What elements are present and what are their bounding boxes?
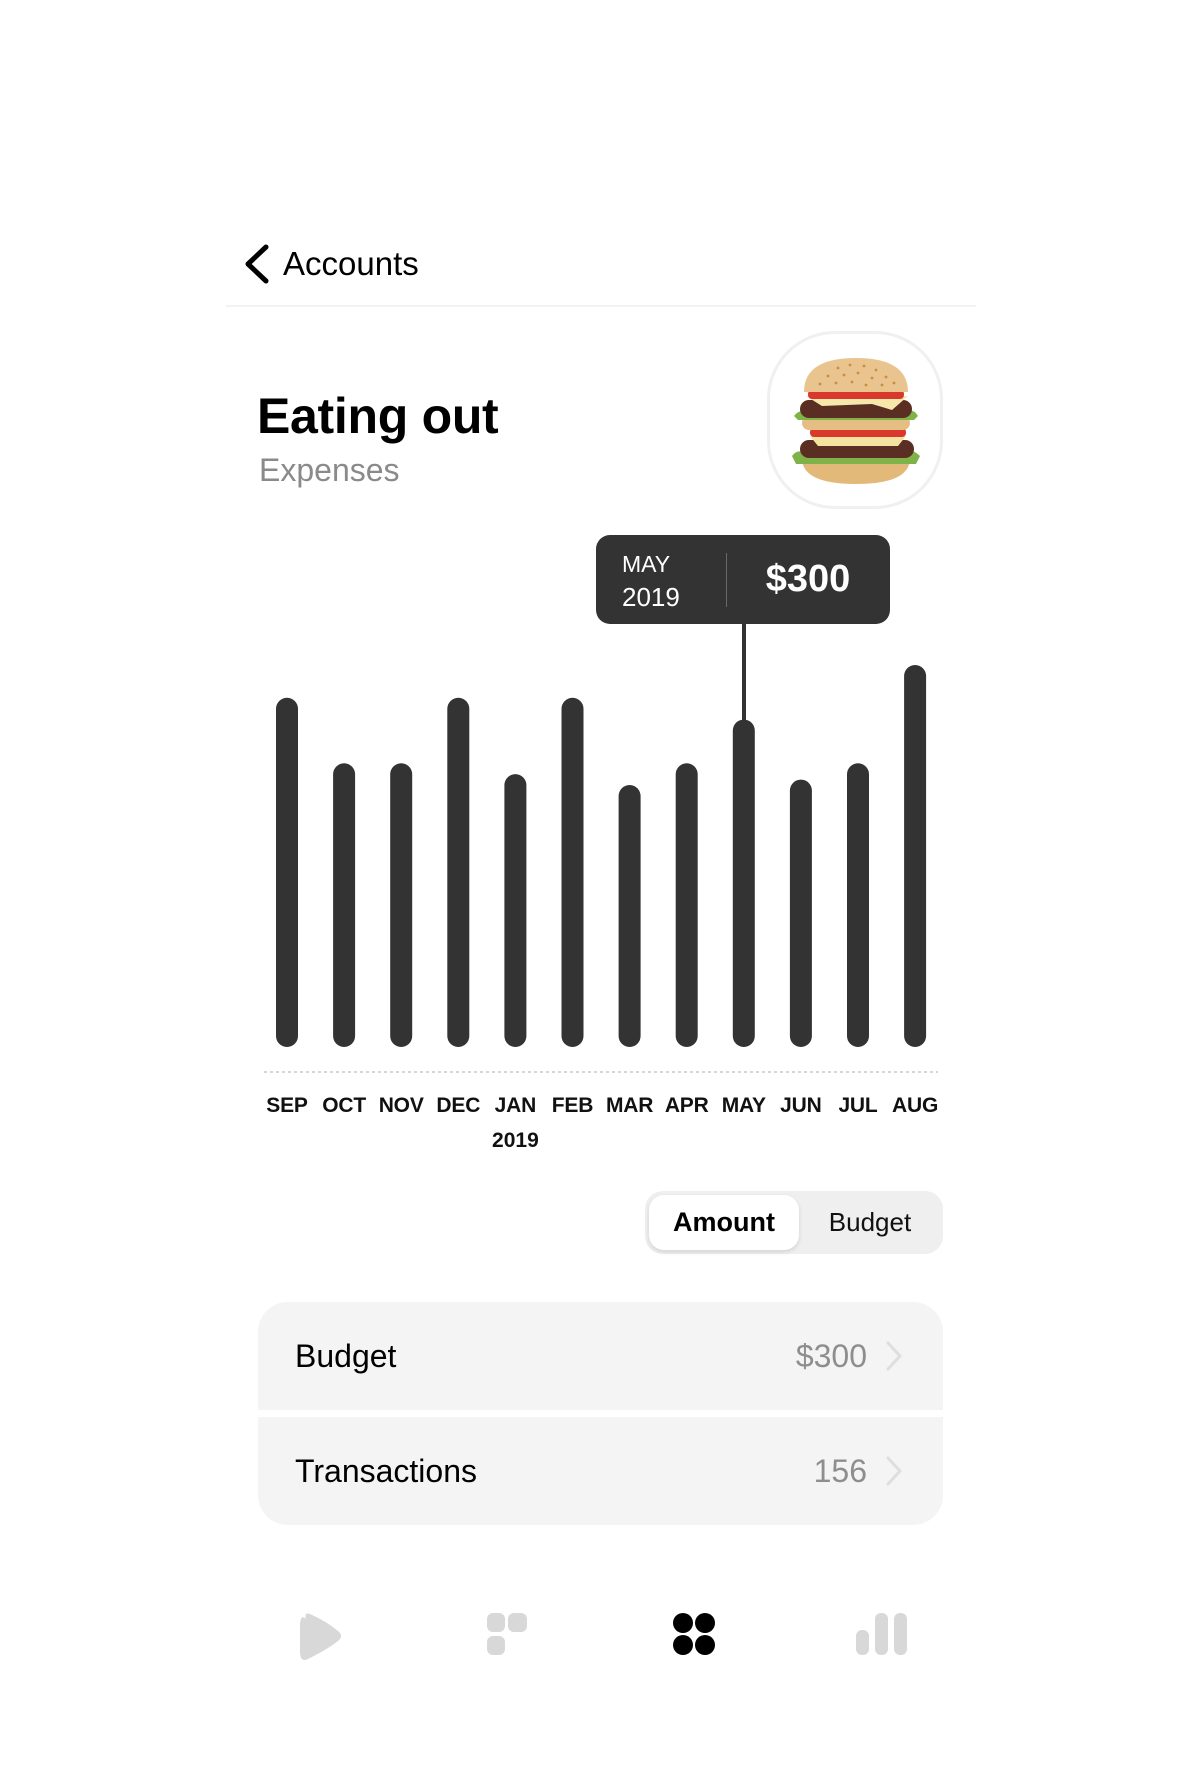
- x-tick-label-jan: JAN: [494, 1094, 537, 1117]
- chevron-right-icon: [886, 1341, 902, 1371]
- tooltip-year: 2019: [622, 582, 680, 612]
- tooltip-month: MAY: [622, 551, 671, 577]
- page-subtitle: Expenses: [259, 452, 400, 488]
- chevron-left-icon: [245, 244, 269, 284]
- row-value: 156: [813, 1453, 867, 1489]
- nav-divider: [226, 305, 976, 307]
- x-tick-label-jun: JUN: [780, 1094, 822, 1117]
- bar-jun[interactable]: [789, 779, 812, 1047]
- x-tick-label-mar: MAR: [605, 1094, 654, 1117]
- tooltip-value: $300: [765, 558, 851, 600]
- list-row-transactions[interactable]: Transactions 156: [258, 1417, 943, 1525]
- row-label: Budget: [295, 1338, 397, 1374]
- burger-icon: [792, 358, 920, 484]
- x-tick-label-may: MAY: [721, 1094, 766, 1117]
- x-tick-label-jul: JUL: [838, 1094, 878, 1117]
- bar-mar[interactable]: [618, 785, 641, 1047]
- x-tick-label-dec: DEC: [436, 1094, 481, 1117]
- bar-chart-icon: [856, 1613, 907, 1655]
- tab-dots[interactable]: [654, 1605, 734, 1665]
- row-label: Transactions: [295, 1453, 477, 1489]
- x-tick-label-nov: NOV: [378, 1094, 424, 1117]
- chart-tooltip: MAY 2019 $300: [596, 535, 890, 624]
- tiles-icon: [487, 1613, 527, 1655]
- bar-dec[interactable]: [447, 697, 470, 1047]
- list-row-budget[interactable]: Budget $300: [258, 1302, 943, 1410]
- bar-oct[interactable]: [333, 763, 356, 1047]
- segmented-control: Amount Budget: [645, 1191, 943, 1254]
- bar-apr[interactable]: [675, 763, 698, 1047]
- play-icon: [300, 1613, 341, 1660]
- segment-budget[interactable]: Budget: [801, 1195, 939, 1250]
- bar-aug[interactable]: [904, 665, 927, 1047]
- chevron-right-icon: [886, 1456, 902, 1486]
- tab-tiles[interactable]: [467, 1605, 547, 1665]
- row-value: $300: [795, 1338, 867, 1374]
- dots-grid-icon: [673, 1613, 715, 1655]
- x-tick-label-oct: OCT: [322, 1094, 366, 1117]
- bar-jan[interactable]: [504, 774, 527, 1047]
- tab-play[interactable]: [280, 1605, 360, 1665]
- segment-amount[interactable]: Amount: [649, 1195, 799, 1250]
- bar-jul[interactable]: [847, 763, 869, 1047]
- summary-list: Budget $300 Transactions 156: [258, 1302, 943, 1525]
- x-axis-year-label: 2019: [492, 1129, 539, 1152]
- bar-sep[interactable]: [276, 697, 298, 1047]
- bar-feb[interactable]: [561, 697, 584, 1047]
- x-tick-label-feb: FEB: [551, 1094, 594, 1117]
- tooltip-stem: [741, 624, 746, 720]
- bar-may[interactable]: [732, 719, 755, 1047]
- x-tick-label-aug: AUG: [892, 1094, 939, 1117]
- bar-nov[interactable]: [390, 763, 413, 1047]
- list-separator: [258, 1410, 943, 1417]
- x-tick-label-apr: APR: [664, 1094, 709, 1117]
- category-icon-button[interactable]: [767, 331, 943, 509]
- tab-stats[interactable]: [842, 1605, 922, 1665]
- back-label: Accounts: [283, 245, 419, 282]
- page-title: Eating out: [257, 388, 499, 444]
- back-button[interactable]: Accounts: [236, 236, 436, 292]
- x-tick-label-sep: SEP: [266, 1094, 308, 1117]
